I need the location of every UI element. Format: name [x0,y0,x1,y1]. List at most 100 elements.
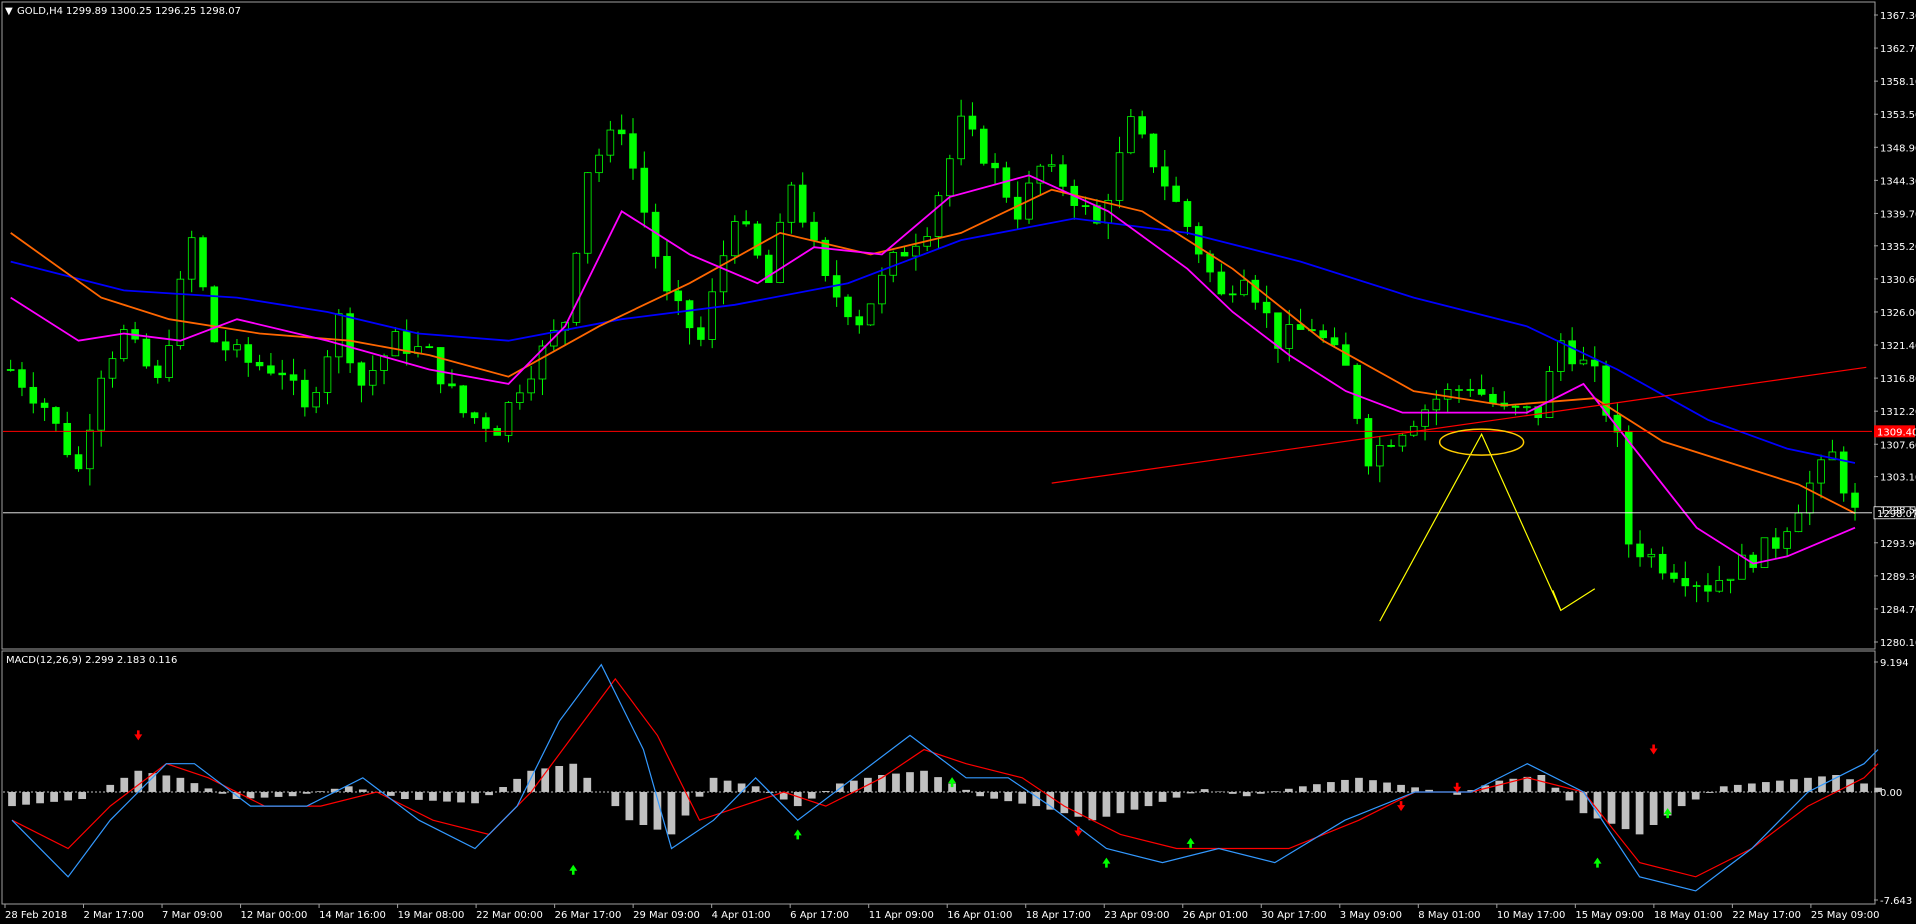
candle-body [301,379,309,408]
time-tick-label: 18 Apr 17:00 [1026,910,1091,921]
candle-body [516,392,524,403]
candle-body [527,378,535,394]
candle-body [346,313,354,364]
candle-body [1138,116,1146,135]
candle-body [1624,431,1633,545]
candle-body [697,327,705,340]
candle-body [934,195,943,237]
candle-body [629,133,637,169]
candle-body [52,407,60,424]
candle-body [1772,537,1780,549]
candle-body [1240,279,1248,296]
time-tick-label: 10 May 17:00 [1497,910,1566,921]
candle-body [821,239,830,277]
candle-body [1115,152,1124,201]
candle-body [1353,364,1361,419]
price-tick-label: 1307.60 [1880,440,1916,451]
candle-body [1081,205,1090,207]
candle-body [617,129,626,135]
candle-body [889,252,898,276]
candle-body [74,454,83,470]
trading-chart[interactable]: ▼ GOLD,H4 1299.89 1300.25 1296.25 1298.0… [0,0,1916,924]
candle-body [753,223,762,256]
candle-body [663,255,671,292]
candle-body [810,221,818,241]
candle-body [1330,337,1339,346]
candle-body [1387,445,1395,447]
time-tick-label: 26 Apr 01:00 [1183,910,1248,921]
price-tick-label: 1339.70 [1880,209,1916,220]
candle-body [1692,585,1701,588]
candle-body [86,429,94,470]
time-tick-label: 29 Mar 09:00 [633,910,700,921]
candle-body [470,412,479,419]
price-tick-label: 1358.10 [1880,77,1916,88]
time-tick-label: 28 Feb 2018 [5,910,67,921]
candle-body [991,162,999,169]
candle-body [199,237,207,288]
candle-body [187,237,196,280]
candle-body [708,291,716,340]
candle-body [335,313,343,358]
candle-body [606,129,615,156]
candle-body [1149,133,1158,168]
price-tick-label: 1335.20 [1880,242,1916,253]
candle-body [912,245,920,257]
candle-body [1783,531,1791,549]
candle-body [1477,389,1486,395]
candle-body [1726,578,1735,581]
candle-body [776,221,784,283]
candle-body [787,184,796,223]
candle-body [493,428,502,436]
price-tick-label: 1316.80 [1880,374,1916,385]
candle-body [459,385,468,414]
candle-body [63,422,72,456]
price-tick-label: 1344.30 [1880,176,1916,187]
price-tick-label: 1298.50 [1880,506,1916,517]
candle-body [255,361,264,367]
time-tick-label: 6 Apr 17:00 [790,910,849,921]
candle-body [1228,293,1237,296]
candle-body [1805,482,1814,514]
time-tick-label: 30 Apr 17:00 [1261,910,1326,921]
candle-body [289,374,298,381]
candle-body [1217,271,1226,295]
candle-body [233,344,241,351]
candle-body [900,252,909,257]
candle-body [595,154,603,174]
candle-body [1647,553,1656,558]
candle-body [719,255,728,293]
symbol-dropdown-icon[interactable]: ▼ [5,6,13,17]
time-tick-label: 15 May 09:00 [1575,910,1644,921]
candle-body [968,115,977,130]
candle-body [1398,434,1407,447]
candle-body [1704,585,1712,592]
candle-body [685,300,694,329]
price-tick-label: 1289.30 [1880,572,1916,583]
candle-body [176,278,185,347]
candle-body [1557,340,1565,372]
candle-body [1590,359,1599,367]
macd-tick-label: 0.00 [1880,788,1902,799]
candle-body [1839,451,1848,494]
candle-body [1364,418,1373,467]
candle-body [1794,512,1803,533]
candle-body [844,296,852,318]
candle-body [1523,406,1531,409]
time-tick-label: 11 Apr 09:00 [869,910,934,921]
candle-body [221,341,230,351]
candle-body [368,370,377,386]
time-tick-label: 3 May 09:00 [1340,910,1402,921]
candle-body [1466,389,1475,391]
candle-body [165,345,173,378]
candle-body [1851,492,1859,508]
candle-body [1511,405,1520,408]
candle-body [583,172,592,254]
candle-body [482,417,490,429]
price-tick-label: 1303.10 [1880,473,1916,484]
candle-body [640,167,649,213]
candle-body [278,372,287,376]
candle-body [153,365,162,378]
price-tick-label: 1280.10 [1880,638,1916,649]
price-tick-label: 1330.60 [1880,275,1916,286]
